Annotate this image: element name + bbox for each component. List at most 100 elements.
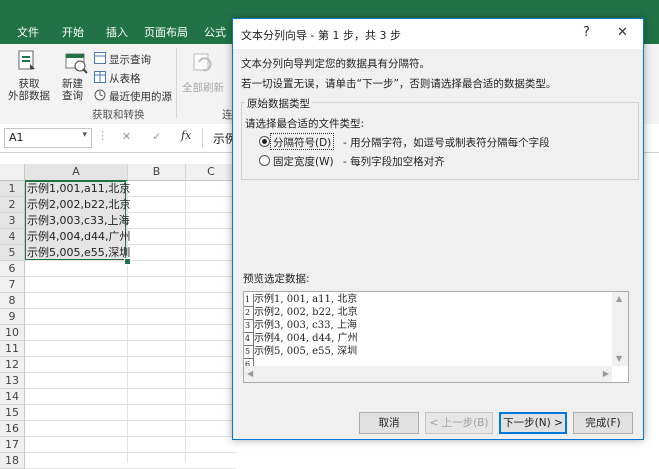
- from-table-button[interactable]: 从表格: [109, 71, 141, 86]
- gridline: [25, 308, 236, 309]
- gridline: [25, 452, 236, 453]
- show-query-icon: [94, 52, 106, 64]
- cell-a5[interactable]: 示例5,005,e55,深圳: [25, 245, 130, 260]
- preview-row-text: 示例5, 005, e55, 深圳: [254, 346, 358, 357]
- column-header-c[interactable]: C: [186, 164, 237, 181]
- insert-function-icon[interactable]: fx: [181, 129, 191, 142]
- dialog-info-line-1: 文本分列向导判定您的数据具有分隔符。: [241, 58, 430, 70]
- row-header[interactable]: 12: [0, 357, 25, 373]
- preview-row: 4 示例4, 004, d44, 广州: [244, 332, 358, 346]
- preview-vertical-scrollbar[interactable]: ▲ ▼: [612, 292, 628, 366]
- gridline: [25, 372, 236, 373]
- name-box[interactable]: A1 ▾: [4, 128, 92, 148]
- data-preview-box[interactable]: 1 示例1, 001, a11, 北京 2 示例2, 002, b22, 北京 3 示例3…: [243, 291, 629, 383]
- gridline: [25, 276, 236, 277]
- gridline: [25, 324, 236, 325]
- refresh-all-icon: [192, 52, 214, 74]
- finish-button[interactable]: 完成(F): [573, 412, 633, 434]
- row-header[interactable]: 2: [0, 197, 25, 213]
- get-external-data-icon[interactable]: [16, 50, 38, 74]
- row-header[interactable]: 11: [0, 341, 25, 357]
- help-icon[interactable]: ?: [583, 25, 590, 40]
- option-delimited-label[interactable]: 分隔符号(D): [273, 135, 331, 150]
- tab-page-layout[interactable]: 页面布局: [144, 24, 188, 40]
- preview-row-text: 示例4, 004, d44, 广州: [254, 333, 358, 344]
- preview-row: 1 示例1, 001, a11, 北京: [244, 293, 357, 307]
- dialog-title-bar: 文本分列向导 - 第 1 步，共 3 步 ? ✕: [233, 19, 643, 49]
- row-header[interactable]: 9: [0, 309, 25, 325]
- gridline: [25, 388, 236, 389]
- close-icon[interactable]: ✕: [617, 25, 628, 40]
- cancel-button[interactable]: 取消: [359, 412, 419, 434]
- preview-row: 2 示例2, 002, b22, 北京: [244, 306, 358, 320]
- dialog-info-line-2: 若一切设置无误，请单击“下一步”，否则请选择最合适的数据类型。: [241, 78, 557, 90]
- enter-entry-icon[interactable]: ✓: [152, 130, 161, 143]
- from-table-icon: [94, 71, 106, 83]
- tab-home[interactable]: 开始: [62, 24, 84, 40]
- column-header-b[interactable]: B: [128, 164, 186, 181]
- row-header[interactable]: 4: [0, 229, 25, 245]
- preview-row: 5 示例5, 005, e55, 深圳: [244, 345, 358, 359]
- preview-row-text: 示例2, 002, b22, 北京: [254, 307, 358, 318]
- cell-a2[interactable]: 示例2,002,b22,北京: [25, 197, 130, 212]
- scroll-right-icon[interactable]: ▶: [603, 369, 609, 378]
- row-header[interactable]: 7: [0, 277, 25, 293]
- row-header[interactable]: 17: [0, 437, 25, 453]
- tab-file[interactable]: 文件: [17, 24, 39, 40]
- row-header[interactable]: 8: [0, 293, 25, 309]
- row-header[interactable]: 15: [0, 405, 25, 421]
- select-all-corner[interactable]: [0, 164, 25, 181]
- option-delimited-description: - 用分隔字符，如逗号或制表符分隔每个字段: [343, 137, 550, 149]
- option-fixed-width-description: - 每列字段加空格对齐: [343, 156, 445, 168]
- back-button[interactable]: < 上一步(B): [425, 412, 493, 434]
- refresh-all-button[interactable]: 全部刷新: [182, 80, 224, 95]
- recent-sources-button[interactable]: 最近使用的源: [109, 89, 172, 104]
- cancel-entry-icon[interactable]: ✕: [122, 130, 131, 143]
- formula-bar-divider: [202, 128, 203, 148]
- row-header[interactable]: 5: [0, 245, 25, 261]
- text-to-columns-dialog: 文本分列向导 - 第 1 步，共 3 步 ? ✕ 文本分列向导判定您的数据具有分…: [232, 18, 644, 440]
- group-label-connections: 连: [222, 109, 233, 121]
- excel-title-bar: [0, 0, 659, 18]
- next-button[interactable]: 下一步(N) >: [499, 412, 567, 434]
- cell-a4[interactable]: 示例4,004,d44,广州: [25, 229, 130, 244]
- name-box-value: A1: [9, 131, 24, 144]
- row-header[interactable]: 13: [0, 373, 25, 389]
- cell-a3[interactable]: 示例3,003,c33,上海: [25, 213, 130, 228]
- new-query-icon[interactable]: [64, 50, 88, 74]
- get-external-data-button[interactable]: 获取 外部数据: [8, 78, 50, 102]
- gridline: [25, 404, 236, 405]
- radio-delimited[interactable]: [259, 136, 270, 147]
- option-fixed-width-label[interactable]: 固定宽度(W): [273, 154, 334, 169]
- row-header[interactable]: 14: [0, 389, 25, 405]
- formula-bar-grip-icon: ⋮: [97, 129, 108, 142]
- row-header[interactable]: 3: [0, 213, 25, 229]
- row-header[interactable]: 18: [0, 453, 25, 469]
- row-header[interactable]: 10: [0, 325, 25, 341]
- cell-a1[interactable]: 示例1,001,a11,北京: [25, 181, 130, 196]
- group-separator: [176, 48, 177, 118]
- radio-fixed-width[interactable]: [259, 155, 270, 166]
- scroll-left-icon[interactable]: ◀: [247, 369, 253, 378]
- new-query-button[interactable]: 新建 查询: [62, 78, 83, 102]
- tab-formulas[interactable]: 公式: [204, 24, 226, 40]
- gridline: [25, 436, 236, 437]
- row-header[interactable]: 16: [0, 421, 25, 437]
- gridline: [25, 356, 236, 357]
- preview-row-text: 示例3, 003, c33, 上海: [254, 320, 357, 331]
- row-header[interactable]: 6: [0, 261, 25, 277]
- gridline: [25, 292, 236, 293]
- scroll-up-icon[interactable]: ▲: [616, 294, 622, 303]
- preview-row: 3 示例3, 003, c33, 上海: [244, 319, 357, 333]
- show-query-button[interactable]: 显示查询: [109, 52, 151, 67]
- tab-insert[interactable]: 插入: [106, 24, 128, 40]
- choose-file-type-label: 请选择最合适的文件类型:: [245, 118, 365, 130]
- row-header[interactable]: 1: [0, 181, 25, 197]
- preview-label: 预览选定数据:: [243, 273, 310, 285]
- gridline: [25, 340, 236, 341]
- gridline: [185, 181, 186, 463]
- column-header-a[interactable]: A: [25, 164, 128, 182]
- scroll-down-icon[interactable]: ▼: [616, 354, 622, 363]
- name-box-dropdown-icon[interactable]: ▾: [82, 130, 87, 140]
- preview-horizontal-scrollbar[interactable]: ◀ ▶: [244, 366, 612, 382]
